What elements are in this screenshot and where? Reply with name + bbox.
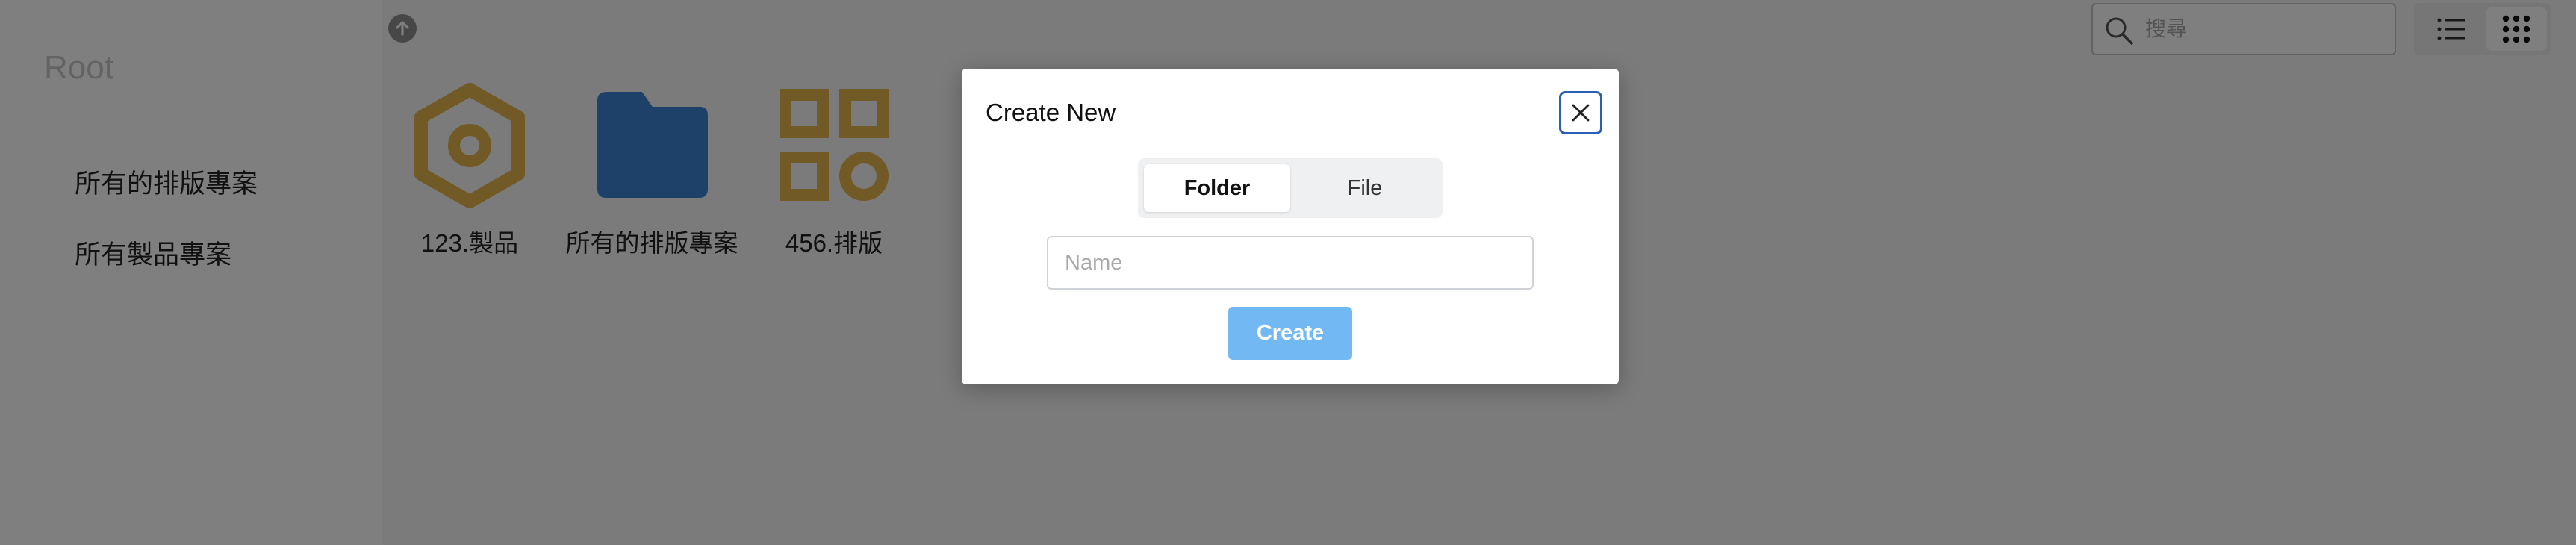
close-icon bbox=[1572, 104, 1590, 122]
name-field[interactable] bbox=[1047, 236, 1534, 290]
create-button[interactable]: Create bbox=[1228, 307, 1352, 360]
type-segmented-control: Folder File bbox=[1138, 158, 1443, 218]
close-button[interactable] bbox=[1559, 91, 1602, 134]
create-new-dialog: Create New Folder File Create bbox=[962, 69, 1619, 384]
tab-folder[interactable]: Folder bbox=[1144, 164, 1290, 212]
tab-file[interactable]: File bbox=[1293, 164, 1437, 212]
dialog-title: Create New bbox=[986, 99, 1116, 126]
